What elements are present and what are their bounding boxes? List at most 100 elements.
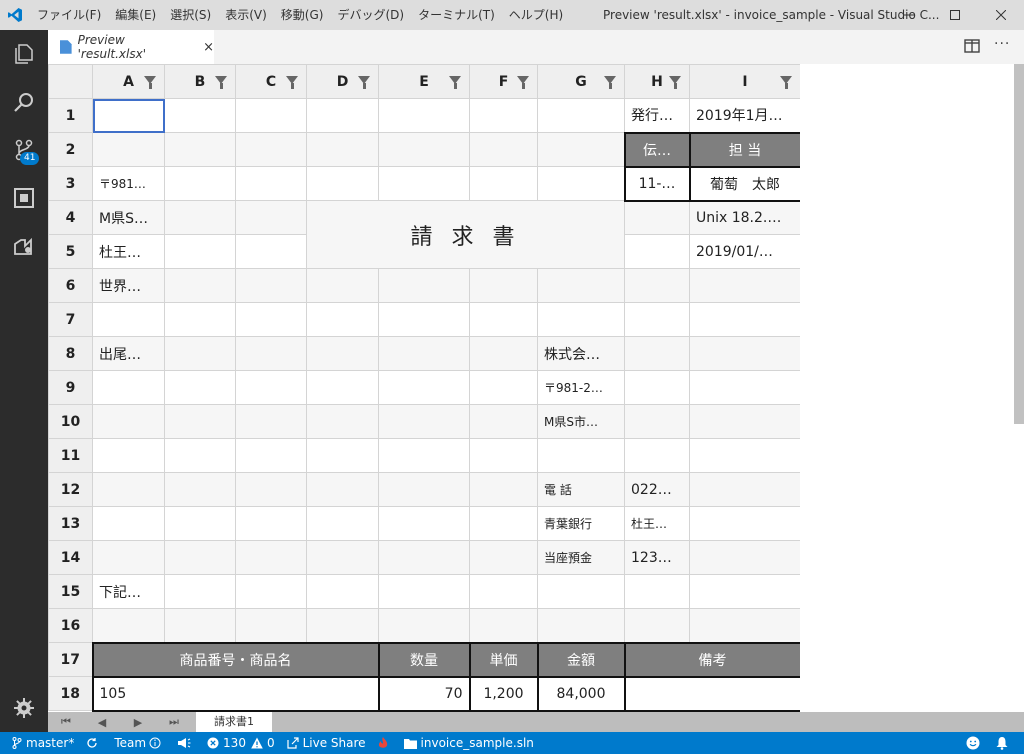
row-header-8[interactable]: 8 bbox=[48, 336, 93, 371]
cell-c8[interactable] bbox=[235, 336, 307, 371]
cell-c13[interactable] bbox=[235, 506, 307, 541]
cell-f18[interactable]: 1,200 bbox=[468, 675, 539, 712]
cell-e18[interactable]: 70 bbox=[377, 675, 471, 712]
cell-d15[interactable] bbox=[306, 574, 379, 609]
row-header-4[interactable]: 4 bbox=[48, 200, 93, 235]
cell-a1[interactable] bbox=[92, 98, 165, 133]
prev-sheet-button[interactable]: ◀ bbox=[84, 716, 120, 729]
cell-h2[interactable]: 伝… bbox=[623, 131, 691, 168]
cell-g2[interactable] bbox=[537, 132, 625, 167]
row-header-12[interactable]: 12 bbox=[48, 472, 93, 507]
cell-i11[interactable] bbox=[689, 438, 801, 473]
last-sheet-button[interactable]: ⏭ bbox=[156, 715, 192, 729]
cell-f3[interactable] bbox=[469, 166, 538, 201]
menu-edit[interactable]: 編集(E) bbox=[108, 0, 163, 30]
sheet-tab[interactable]: 請求書1 bbox=[196, 712, 272, 732]
cell-h6[interactable] bbox=[624, 268, 690, 303]
search-button[interactable] bbox=[0, 78, 48, 126]
cell-i4[interactable]: Unix 18.2.… bbox=[689, 200, 801, 235]
cell-h7[interactable] bbox=[624, 302, 690, 337]
cell-c6[interactable] bbox=[235, 268, 307, 303]
row-header-7[interactable]: 7 bbox=[48, 302, 93, 337]
cell-f13[interactable] bbox=[469, 506, 538, 541]
explorer-button[interactable] bbox=[0, 30, 48, 78]
cell-a6[interactable]: 世界… bbox=[92, 268, 165, 303]
cell-c3[interactable] bbox=[235, 166, 307, 201]
column-header-b[interactable]: B bbox=[164, 64, 236, 99]
cell-h11[interactable] bbox=[624, 438, 690, 473]
notifications-button[interactable] bbox=[996, 736, 1012, 750]
cell-h5[interactable] bbox=[624, 234, 690, 269]
filter-icon[interactable] bbox=[780, 76, 792, 89]
cell-c10[interactable] bbox=[235, 404, 307, 439]
cell-h8[interactable] bbox=[624, 336, 690, 371]
cell-c4[interactable] bbox=[235, 200, 307, 235]
cell-g11[interactable] bbox=[537, 438, 625, 473]
cell-b2[interactable] bbox=[164, 132, 236, 167]
cell-e2[interactable] bbox=[378, 132, 470, 167]
cell-c15[interactable] bbox=[235, 574, 307, 609]
column-header-d[interactable]: D bbox=[306, 64, 379, 99]
cell-d7[interactable] bbox=[306, 302, 379, 337]
cell-h1[interactable]: 発行… bbox=[624, 98, 690, 133]
cell-a9[interactable] bbox=[92, 370, 165, 405]
cell-b5[interactable] bbox=[164, 234, 236, 269]
cell-i15[interactable] bbox=[689, 574, 801, 609]
cell-c16[interactable] bbox=[235, 608, 307, 643]
cell-g1[interactable] bbox=[537, 98, 625, 133]
cell-i16[interactable] bbox=[689, 608, 801, 643]
cell-d4[interactable]: 請 求 書 bbox=[306, 200, 625, 269]
cell-a7[interactable] bbox=[92, 302, 165, 337]
cell-f1[interactable] bbox=[469, 98, 538, 133]
row-header-6[interactable]: 6 bbox=[48, 268, 93, 303]
row-header-3[interactable]: 3 bbox=[48, 166, 93, 201]
cell-f15[interactable] bbox=[469, 574, 538, 609]
cell-b7[interactable] bbox=[164, 302, 236, 337]
cell-a16[interactable] bbox=[92, 608, 165, 643]
cell-d6[interactable] bbox=[306, 268, 379, 303]
filter-icon[interactable] bbox=[449, 76, 461, 89]
live-share-status[interactable]: Live Share bbox=[286, 736, 366, 750]
cell-h4[interactable] bbox=[624, 200, 690, 235]
cell-g3[interactable] bbox=[537, 166, 625, 201]
cell-b13[interactable] bbox=[164, 506, 236, 541]
cell-f12[interactable] bbox=[469, 472, 538, 507]
cell-f10[interactable] bbox=[469, 404, 538, 439]
tab-preview-result-xlsx[interactable]: Preview 'result.xlsx' × bbox=[48, 30, 214, 64]
cell-i5[interactable]: 2019/01/… bbox=[689, 234, 801, 269]
column-header-h[interactable]: H bbox=[624, 64, 690, 99]
cell-b10[interactable] bbox=[164, 404, 236, 439]
solution-status[interactable]: invoice_sample.sln bbox=[403, 736, 534, 750]
row-header-13[interactable]: 13 bbox=[48, 506, 93, 541]
row-header-14[interactable]: 14 bbox=[48, 540, 93, 575]
cell-i9[interactable] bbox=[689, 370, 801, 405]
cell-e15[interactable] bbox=[378, 574, 470, 609]
cell-b12[interactable] bbox=[164, 472, 236, 507]
cell-e6[interactable] bbox=[378, 268, 470, 303]
cell-h10[interactable] bbox=[624, 404, 690, 439]
live-share-button[interactable] bbox=[0, 222, 48, 270]
cell-d9[interactable] bbox=[306, 370, 379, 405]
cell-e8[interactable] bbox=[378, 336, 470, 371]
column-header-g[interactable]: G bbox=[537, 64, 625, 99]
cell-g14[interactable]: 当座預金 bbox=[537, 540, 625, 575]
cell-h13[interactable]: 杜王… bbox=[624, 506, 690, 541]
cell-f9[interactable] bbox=[469, 370, 538, 405]
cell-e17[interactable]: 数量 bbox=[377, 641, 471, 678]
cell-b3[interactable] bbox=[164, 166, 236, 201]
cell-g9[interactable]: 〒981-2… bbox=[537, 370, 625, 405]
manage-button[interactable] bbox=[0, 684, 48, 732]
close-window-button[interactable] bbox=[978, 0, 1024, 30]
cell-d14[interactable] bbox=[306, 540, 379, 575]
cell-e14[interactable] bbox=[378, 540, 470, 575]
cell-a11[interactable] bbox=[92, 438, 165, 473]
vertical-scrollbar[interactable] bbox=[1014, 64, 1024, 424]
next-sheet-button[interactable]: ▶ bbox=[120, 716, 156, 729]
cell-h18[interactable] bbox=[623, 675, 802, 712]
filter-icon[interactable] bbox=[144, 76, 156, 89]
cell-f11[interactable] bbox=[469, 438, 538, 473]
cell-g7[interactable] bbox=[537, 302, 625, 337]
cell-h17[interactable]: 備考 bbox=[623, 641, 802, 678]
column-header-i[interactable]: I bbox=[689, 64, 801, 99]
cell-d16[interactable] bbox=[306, 608, 379, 643]
